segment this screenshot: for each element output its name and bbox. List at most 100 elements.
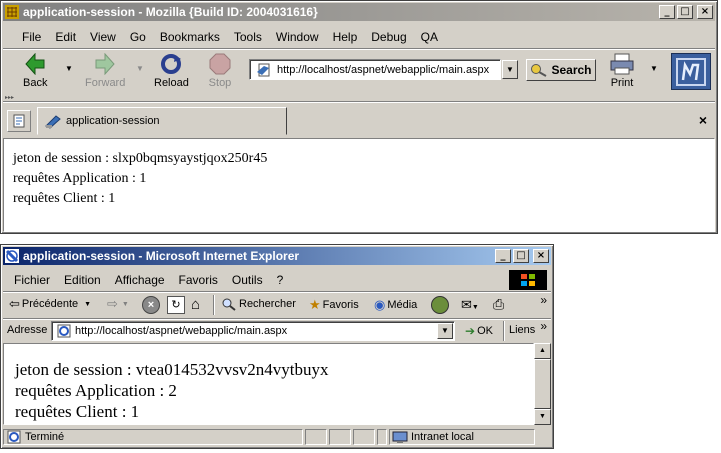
- scroll-up-button[interactable]: ▲: [534, 343, 551, 359]
- done-page-icon: [7, 430, 21, 444]
- back-arrow-icon: [25, 53, 45, 75]
- history-button[interactable]: [431, 296, 449, 314]
- menu-file[interactable]: File: [15, 30, 48, 44]
- menu-tools[interactable]: Tools: [227, 30, 269, 44]
- tab-application-session[interactable]: application-session: [37, 107, 287, 135]
- forward-dropdown-icon[interactable]: ▼: [136, 64, 144, 73]
- ie-address-bar: Adresse http://localhost/aspnet/webappli…: [3, 319, 551, 343]
- menu-edition[interactable]: Edition: [57, 273, 108, 287]
- mail-button[interactable]: ✉▼: [461, 297, 479, 313]
- menu-affichage[interactable]: Affichage: [108, 273, 172, 287]
- reload-button[interactable]: Reload: [154, 53, 189, 89]
- new-tab-button[interactable]: [7, 110, 31, 132]
- mozilla-app-icon: [5, 5, 19, 19]
- print-button[interactable]: Print: [609, 53, 635, 89]
- windows-logo: [509, 270, 547, 290]
- address-label: Adresse: [7, 324, 48, 336]
- search-button[interactable]: Rechercher: [221, 297, 296, 311]
- zone-cell: Intranet local: [389, 429, 535, 445]
- forward-dropdown-icon[interactable]: ▼: [122, 301, 129, 308]
- maximize-button[interactable]: □: [513, 249, 529, 263]
- search-icon: [222, 298, 236, 311]
- mozilla-window-title: application-session - Mozilla {Build ID:…: [23, 5, 318, 19]
- media-icon: ◉: [374, 297, 386, 312]
- ie-content-area: jeton de session : vtea014532vvsv2n4vytb…: [3, 343, 534, 425]
- menu-fichier[interactable]: Fichier: [7, 273, 57, 287]
- minimize-button[interactable]: _: [659, 5, 675, 19]
- media-button[interactable]: ◉ Média: [374, 297, 417, 313]
- mozilla-url-text: http://localhost/aspnet/webapplic/main.a…: [277, 63, 490, 76]
- menu-view[interactable]: View: [83, 30, 123, 44]
- mozilla-logo-icon: [676, 57, 706, 86]
- client-requests-text: requêtes Client : 1: [15, 402, 140, 421]
- ie-window-title: application-session - Microsoft Internet…: [23, 249, 300, 263]
- ie-url-text: http://localhost/aspnet/webapplic/main.a…: [75, 325, 288, 337]
- mozilla-window: application-session - Mozilla {Build ID:…: [0, 0, 718, 234]
- scroll-thumb[interactable]: [534, 359, 551, 409]
- menu-qa[interactable]: QA: [414, 30, 445, 44]
- forward-arrow-icon: ⇨: [107, 296, 118, 311]
- page-icon: [257, 63, 270, 76]
- go-arrow-icon: ➔: [465, 324, 476, 338]
- menu-help[interactable]: ?: [270, 273, 291, 287]
- address-dropdown-button[interactable]: ▼: [437, 323, 453, 339]
- ie-standard-toolbar: ⇦ Précédente ▼ ⇨ ▼ × ↻ ⌂ Rechercher ★ Fa…: [3, 293, 551, 317]
- menu-go[interactable]: Go: [123, 30, 153, 44]
- search-button[interactable]: Search: [526, 59, 596, 81]
- maximize-button[interactable]: □: [677, 5, 693, 19]
- close-button[interactable]: ×: [533, 249, 549, 263]
- favorites-star-icon: ★: [309, 297, 321, 312]
- mozilla-nav-toolbar: Back ▼ Forward ▼ Reload Stop http://loca…: [3, 50, 715, 94]
- vertical-scrollbar[interactable]: ▲ ▼: [534, 343, 551, 425]
- links-label[interactable]: Liens: [509, 324, 535, 336]
- forward-button[interactable]: Forward: [85, 53, 125, 89]
- back-dropdown-icon[interactable]: ▼: [65, 64, 73, 73]
- status-text-cell: Terminé: [3, 429, 303, 445]
- menu-help[interactable]: Help: [326, 30, 365, 44]
- menu-window[interactable]: Window: [269, 30, 326, 44]
- windows-flag-icon: [521, 274, 535, 286]
- stop-button[interactable]: Stop: [208, 53, 232, 89]
- toolbar-chevron[interactable]: »: [540, 293, 547, 307]
- ie-url-field[interactable]: http://localhost/aspnet/webapplic/main.a…: [51, 321, 455, 341]
- scroll-down-button[interactable]: ▼: [534, 409, 551, 425]
- menu-favoris[interactable]: Favoris: [172, 273, 225, 287]
- back-button[interactable]: Back: [23, 53, 47, 89]
- session-token-text: jeton de session : slxp0bqmsyaystjqox250…: [13, 151, 268, 166]
- refresh-button[interactable]: ↻: [167, 296, 185, 314]
- ie-menubar: Fichier Edition Affichage Favoris Outils…: [3, 270, 551, 290]
- back-button[interactable]: ⇦ Précédente ▼: [9, 296, 91, 312]
- menu-outils[interactable]: Outils: [225, 273, 270, 287]
- favorites-button[interactable]: ★ Favoris: [309, 297, 359, 313]
- ie-titlebar[interactable]: application-session - Microsoft Internet…: [3, 247, 551, 265]
- ie-app-icon: [5, 249, 19, 263]
- mail-dropdown-icon[interactable]: ▼: [472, 304, 479, 311]
- mozilla-titlebar[interactable]: application-session - Mozilla {Build ID:…: [3, 3, 715, 21]
- mozilla-tabbar: application-session ×: [3, 105, 715, 135]
- stop-button[interactable]: ×: [142, 296, 160, 314]
- mozilla-url-field[interactable]: http://localhost/aspnet/webapplic/main.a…: [249, 59, 501, 80]
- go-button[interactable]: ➔ OK: [465, 324, 493, 338]
- client-requests-text: requêtes Client : 1: [13, 191, 116, 206]
- mozilla-throbber[interactable]: [671, 53, 711, 90]
- menu-debug[interactable]: Debug: [364, 30, 413, 44]
- print-dropdown-icon[interactable]: ▼: [650, 64, 658, 73]
- back-dropdown-icon[interactable]: ▼: [84, 301, 91, 308]
- mozilla-content-area: jeton de session : slxp0bqmsyaystjqox250…: [3, 138, 715, 232]
- print-button[interactable]: ⎙: [493, 296, 504, 313]
- ie-status-bar: Terminé Intranet local: [3, 427, 551, 447]
- minimize-button[interactable]: _: [495, 249, 511, 263]
- home-button[interactable]: ⌂: [191, 296, 200, 314]
- menu-bookmarks[interactable]: Bookmarks: [153, 30, 227, 44]
- application-requests-text: requêtes Application : 2: [15, 381, 177, 400]
- close-tab-icon[interactable]: ×: [699, 112, 707, 128]
- forward-button[interactable]: ⇨ ▼: [107, 296, 129, 312]
- new-tab-icon: [13, 114, 25, 128]
- links-chevron[interactable]: »: [540, 319, 547, 333]
- page-icon: [57, 324, 71, 338]
- back-arrow-icon: ⇦: [9, 296, 20, 311]
- close-button[interactable]: ×: [697, 5, 713, 19]
- menu-edit[interactable]: Edit: [48, 30, 83, 44]
- reload-icon: [161, 54, 182, 74]
- url-dropdown-button[interactable]: ▼: [502, 60, 518, 79]
